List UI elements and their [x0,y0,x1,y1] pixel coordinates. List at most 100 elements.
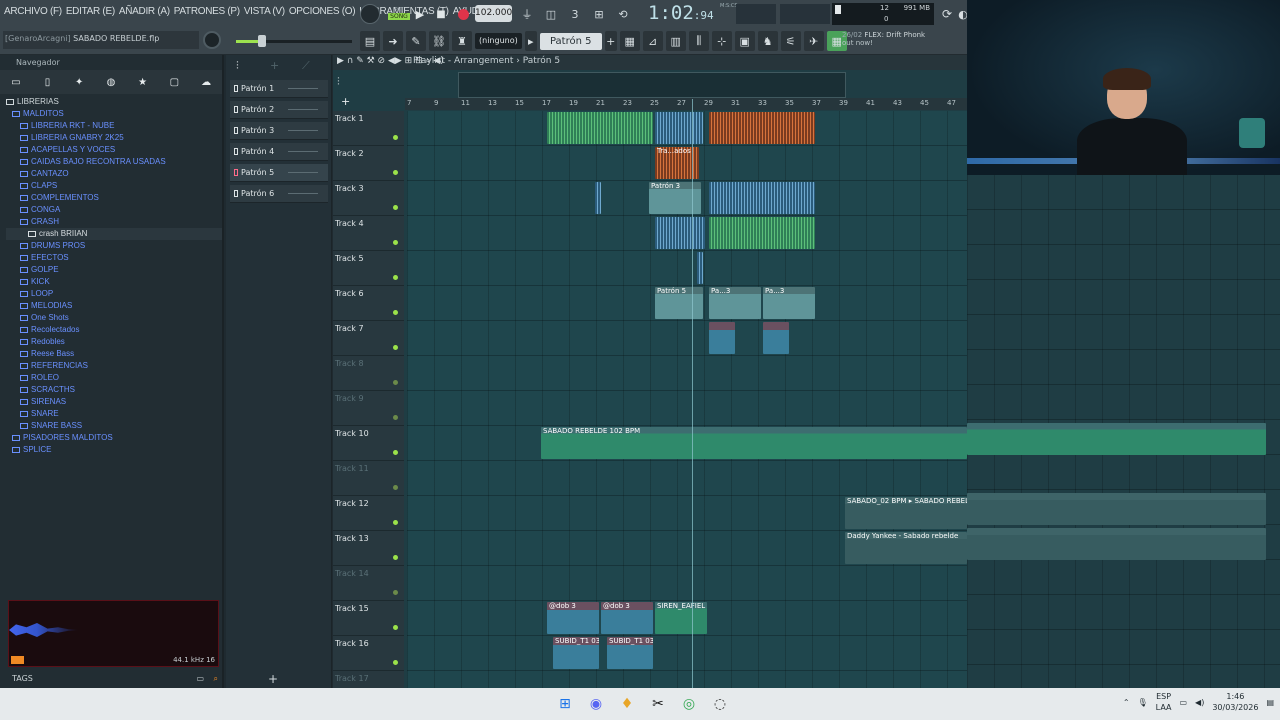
metronome-icon[interactable]: ⏚ [518,5,536,23]
mic-icon[interactable]: 🎙︎ [1138,698,1148,707]
add-track-icon[interactable]: + [341,95,350,108]
track-mute-led[interactable] [393,275,398,280]
browser-item[interactable]: Reese Bass [6,348,222,360]
cloud-tab-icon[interactable]: ☁ [197,73,215,91]
favorites-tab-icon[interactable]: ★ [134,73,152,91]
language-indicator[interactable]: ESP LAA [1156,691,1172,713]
volume-icon[interactable]: ◀) [1195,698,1204,707]
browser-item[interactable]: Recolectados [6,324,222,336]
tag-search-icon[interactable]: ⌕ [214,670,218,688]
clip-track16-a[interactable]: SUBID_T1 03 [553,637,599,669]
plugin-picker-icon[interactable]: ♞ [757,31,778,51]
master-knob[interactable] [360,3,380,25]
clip-track6-c[interactable]: Pa...3 [763,287,815,319]
clip-track15-c[interactable]: SIREN_EAFIEL [655,602,707,634]
track-header[interactable]: Track 4 [333,216,404,251]
patcher-icon[interactable]: ⊹ [711,31,732,51]
browser-item[interactable]: DRUMS PROS [6,240,222,252]
clip-track7-a[interactable] [709,322,735,354]
browser-item[interactable]: CLAPS [6,180,222,192]
browser-item[interactable]: CONGA [6,204,222,216]
browser-item[interactable]: CRASH [6,216,222,228]
mixer-icon[interactable]: ⫼ [688,31,709,51]
track-mute-led[interactable] [393,590,398,595]
news-panel[interactable]: 26/02 FLEX: Drift Phonk out now! [842,31,960,51]
mic-icon[interactable]: ✈ [803,31,824,51]
discord-icon[interactable]: ◉ [584,692,608,716]
clip-track13-cont[interactable] [967,528,1266,560]
channel-rack-icon[interactable]: ▥ [665,31,686,51]
network-icon[interactable]: ▭ [1179,698,1187,707]
track-mute-led[interactable] [393,520,398,525]
track-mute-led[interactable] [393,205,398,210]
slider-thumb[interactable] [258,35,266,47]
clip-track3-a[interactable] [595,182,601,214]
notifications-icon[interactable]: ▤ [1266,698,1274,707]
menu-editar[interactable]: EDITAR (E) [66,6,115,17]
track-header[interactable]: Track 11 [333,461,404,496]
pattern-tool-icon[interactable]: ⟋ [302,59,310,73]
browser-item[interactable]: LIBRERIA RKT - NUBE [6,120,222,132]
clip-track4-b[interactable] [709,217,815,249]
pattern-item[interactable]: Patrón 1 [230,80,328,98]
pencil-icon[interactable]: ✎ [406,31,426,51]
clip-track15-b[interactable]: @dob 3 [601,602,653,634]
tray-chevron-icon[interactable]: ⌃ [1123,698,1130,707]
clip-track10-cont[interactable] [967,423,1266,455]
track-header[interactable]: Track 13 [333,531,404,566]
playhead[interactable] [692,99,693,688]
clip-track16-b[interactable]: SUBID_T1 03 [607,637,653,669]
master-pitch-slider[interactable] [236,35,352,47]
pattern-item[interactable]: Patrón 5 [230,164,328,182]
clip-track1-c[interactable] [709,112,815,144]
main-volume-knob[interactable] [203,31,221,49]
browser-item[interactable]: SPLICE [6,444,222,456]
stop-button[interactable]: ■ [435,3,447,25]
track-mute-led[interactable] [393,485,398,490]
playlist-menu-icon[interactable]: ⫶ [337,75,340,89]
menu-opciones[interactable]: OPCIONES (O) [289,6,356,17]
menu-anadir[interactable]: AÑADIR (A) [119,6,170,17]
playlist-icon[interactable]: ▦ [619,31,640,51]
touch-keyboard-icon[interactable]: ⚟ [780,31,801,51]
browser-item[interactable]: MELODIAS [6,300,222,312]
track-header[interactable]: Track 14 [333,566,404,601]
tag-folder-icon[interactable]: ▭ [196,670,204,688]
song-pat-toggle[interactable]: PAT SONG [388,4,410,23]
clip-track7-b[interactable] [763,322,789,354]
track-mute-led[interactable] [393,170,398,175]
tempo-display[interactable]: 102.000 [475,5,512,22]
browser-item[interactable]: LIBRERIA GNABRY 2K25 [6,132,222,144]
browser-item[interactable]: SNARE [6,408,222,420]
clip-track10[interactable]: SABADO REBELDE 102 BPM [541,427,967,459]
track-header[interactable]: Track 15 [333,601,404,636]
clip-track3-c[interactable] [709,182,815,214]
chrome-icon[interactable]: ◎ [677,692,701,716]
pattern-selector[interactable]: Patrón 5 [539,32,602,50]
track-mute-led[interactable] [393,240,398,245]
countdown-icon[interactable]: 3 [566,5,584,23]
track-header[interactable]: Track 6 [333,286,404,321]
track-mute-led[interactable] [393,625,398,630]
tags-bar[interactable]: TAGS ▭ ⌕ [0,670,224,688]
arrow-icon[interactable]: ➜ [383,31,403,51]
step-edit-icon[interactable]: ⊞ [590,5,608,23]
browser-item[interactable]: CAIDAS BAJO RECONTRA USADAS [6,156,222,168]
track-mute-led[interactable] [393,135,398,140]
add-pattern-button[interactable]: + [268,672,278,686]
track-mute-led[interactable] [393,380,398,385]
folder-tab-icon[interactable]: ▭ [7,73,25,91]
fl-studio-icon[interactable]: ♦ [615,692,639,716]
playlist-overview[interactable] [458,72,846,98]
piano-roll-icon[interactable]: ⊿ [642,31,663,51]
stamp-icon[interactable]: ♜ [452,31,472,51]
track-lanes[interactable]: Tra...ados Patrón 3 Patrón 5 Pa...3 Pa..… [407,111,967,688]
track-mute-led[interactable] [393,415,398,420]
time-ruler[interactable]: 7 9 11 13 15 17 19 21 23 25 27 29 31 33 35 37 39 41 43 45 47 [405,98,967,110]
browser-item[interactable]: PISADORES MALDITOS [6,432,222,444]
browser-item[interactable]: Redobles [6,336,222,348]
browser-item[interactable]: crash BRIIAN [6,228,222,240]
pattern-item[interactable]: Patrón 6 [230,185,328,203]
browser-item[interactable]: COMPLEMENTOS [6,192,222,204]
track-header[interactable]: Track 9 [333,391,404,426]
